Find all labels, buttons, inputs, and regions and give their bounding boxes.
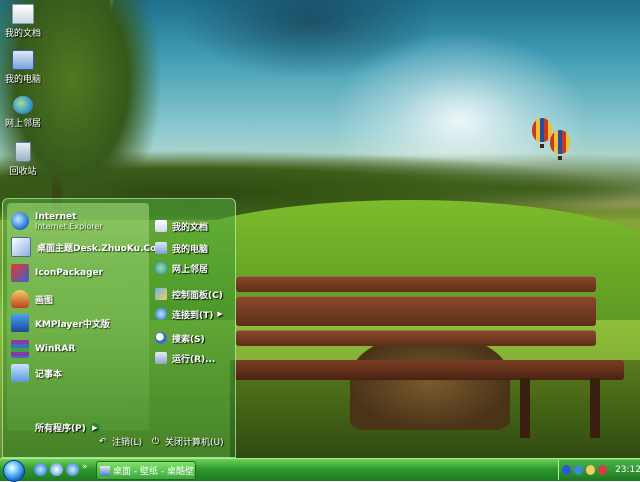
tray-volume-icon[interactable] [586, 465, 596, 475]
hot-air-balloon [532, 118, 552, 142]
quick-launch-overflow[interactable]: » [82, 462, 88, 472]
paint-icon [11, 290, 29, 308]
logoff-label: 注销(L) [112, 438, 143, 448]
start-item-sublabel: Internet Explorer [35, 221, 103, 231]
control-panel-icon [155, 288, 167, 300]
theme-icon [11, 237, 31, 257]
window-icon [100, 465, 110, 476]
run-icon [155, 352, 167, 364]
desktop-icon-label: 回收站 [9, 167, 37, 177]
tray-expand-icon[interactable] [562, 465, 572, 475]
kmplayer-icon [11, 314, 29, 332]
logoff-button[interactable]: ↶ 注销(L) [99, 435, 143, 449]
start-button[interactable] [3, 460, 25, 482]
place-label: 连接到(T) [172, 310, 214, 321]
bench-leg [520, 378, 530, 438]
desktop-icon-label: 我的电脑 [4, 75, 41, 85]
start-item-label: 画图 [35, 295, 54, 306]
winrar-icon [11, 340, 29, 358]
start-item-label: IconPackager [35, 268, 104, 278]
start-item-label: 记事本 [35, 369, 63, 380]
start-menu-places-pane: 我的文档 我的电脑 网上邻居 控制面板(C) 连接到(T) ▶ 搜索(S) 运行… [151, 203, 231, 431]
bench-backrest-slat [236, 330, 596, 346]
taskbar-window-button[interactable]: 桌面 - 壁纸 - 桌酷壁... [96, 461, 196, 480]
logoff-icon: ↶ [99, 436, 107, 447]
bench-seat [234, 360, 624, 380]
start-menu-footer: ↶ 注销(L) ⏻ 关闭计算机(U) [99, 435, 234, 449]
computer-icon [12, 50, 34, 70]
all-programs-label: 所有程序(P) [35, 424, 86, 434]
start-item-label: Internet [35, 211, 77, 222]
hot-air-balloon [550, 130, 570, 154]
bench-leg [590, 378, 600, 438]
desktop-icon-label: 网上邻居 [4, 119, 41, 129]
notepad-icon [11, 364, 29, 382]
place-label: 控制面板(C) [172, 290, 223, 301]
place-network[interactable]: 网上邻居 [155, 259, 231, 277]
start-item-iconpackager[interactable]: IconPackager [11, 261, 145, 285]
search-icon [155, 332, 167, 344]
documents-icon [12, 4, 34, 24]
taskbar-window-label: 桌面 - 壁纸 - 桌酷壁... [113, 467, 196, 477]
documents-icon [155, 220, 167, 232]
chevron-right-icon: ▶ [89, 422, 100, 433]
iconpackager-icon [11, 264, 29, 282]
place-connect-to[interactable]: 连接到(T) ▶ [155, 305, 231, 323]
start-item-paint[interactable]: 画图 [11, 287, 145, 311]
balloon-basket [540, 144, 544, 148]
power-icon: ⏻ [152, 436, 160, 447]
start-item-desktop-theme[interactable]: 桌面主题Desk.ZhuoKu.Com [11, 235, 166, 259]
taskbar: » 桌面 - 壁纸 - 桌酷壁... 23:12 [0, 458, 640, 482]
place-label: 我的文档 [172, 222, 209, 233]
submenu-arrow-icon: ▶ [217, 310, 223, 318]
place-label: 搜索(S) [172, 334, 205, 345]
quick-launch-media-icon[interactable] [66, 463, 79, 476]
start-item-winrar[interactable]: WinRAR [11, 337, 145, 361]
start-item-kmplayer[interactable]: KMPlayer中文版 [11, 311, 145, 335]
place-search[interactable]: 搜索(S) [155, 329, 231, 347]
tray-security-icon[interactable] [598, 465, 608, 475]
bench-backrest-slat [236, 276, 596, 292]
shutdown-label: 关闭计算机(U) [165, 438, 224, 448]
internet-explorer-icon [11, 212, 29, 230]
start-item-notepad[interactable]: 记事本 [11, 361, 145, 385]
desktop-icon-label: 我的文档 [4, 29, 41, 39]
quick-launch-ie-icon[interactable] [34, 463, 47, 476]
recycle-bin-icon [15, 142, 31, 162]
desktop-icon-my-computer[interactable]: 我的电脑 [4, 50, 42, 85]
place-run[interactable]: 运行(R)... [155, 349, 231, 367]
connect-icon [155, 308, 167, 320]
all-programs-button[interactable]: 所有程序(P) ▶ [35, 421, 100, 434]
place-control-panel[interactable]: 控制面板(C) [155, 285, 231, 303]
quick-launch-show-desktop-icon[interactable] [50, 463, 63, 476]
start-item-label: WinRAR [35, 344, 76, 354]
place-label: 网上邻居 [172, 264, 209, 275]
place-my-documents[interactable]: 我的文档 [155, 217, 231, 235]
tray-clock[interactable]: 23:12 [615, 465, 640, 475]
start-menu-programs-pane: Internet Internet Explorer 桌面主题Desk.Zhuo… [7, 203, 166, 434]
place-label: 我的电脑 [172, 244, 209, 255]
computer-icon [155, 242, 167, 254]
start-item-label: KMPlayer中文版 [35, 319, 110, 330]
place-label: 运行(R)... [172, 354, 216, 365]
desktop-icon-my-documents[interactable]: 我的文档 [4, 4, 42, 39]
network-icon [13, 96, 33, 114]
desktop-icon-network[interactable]: 网上邻居 [4, 96, 42, 129]
place-my-computer[interactable]: 我的电脑 [155, 239, 231, 257]
start-item-internet[interactable]: Internet Internet Explorer [11, 209, 145, 233]
bench-backrest-slat [236, 296, 596, 326]
shutdown-button[interactable]: ⏻ 关闭计算机(U) [152, 435, 224, 449]
tray-network-icon[interactable] [574, 465, 584, 475]
start-menu: Internet Internet Explorer 桌面主题Desk.Zhuo… [2, 198, 236, 458]
balloon-basket [558, 156, 562, 160]
system-tray: 23:12 [558, 460, 640, 480]
tree-stump [350, 335, 510, 430]
start-item-label: 桌面主题Desk.ZhuoKu.Com [37, 243, 166, 254]
network-icon [155, 262, 167, 274]
desktop-icon-recycle-bin[interactable]: 回收站 [4, 142, 42, 177]
